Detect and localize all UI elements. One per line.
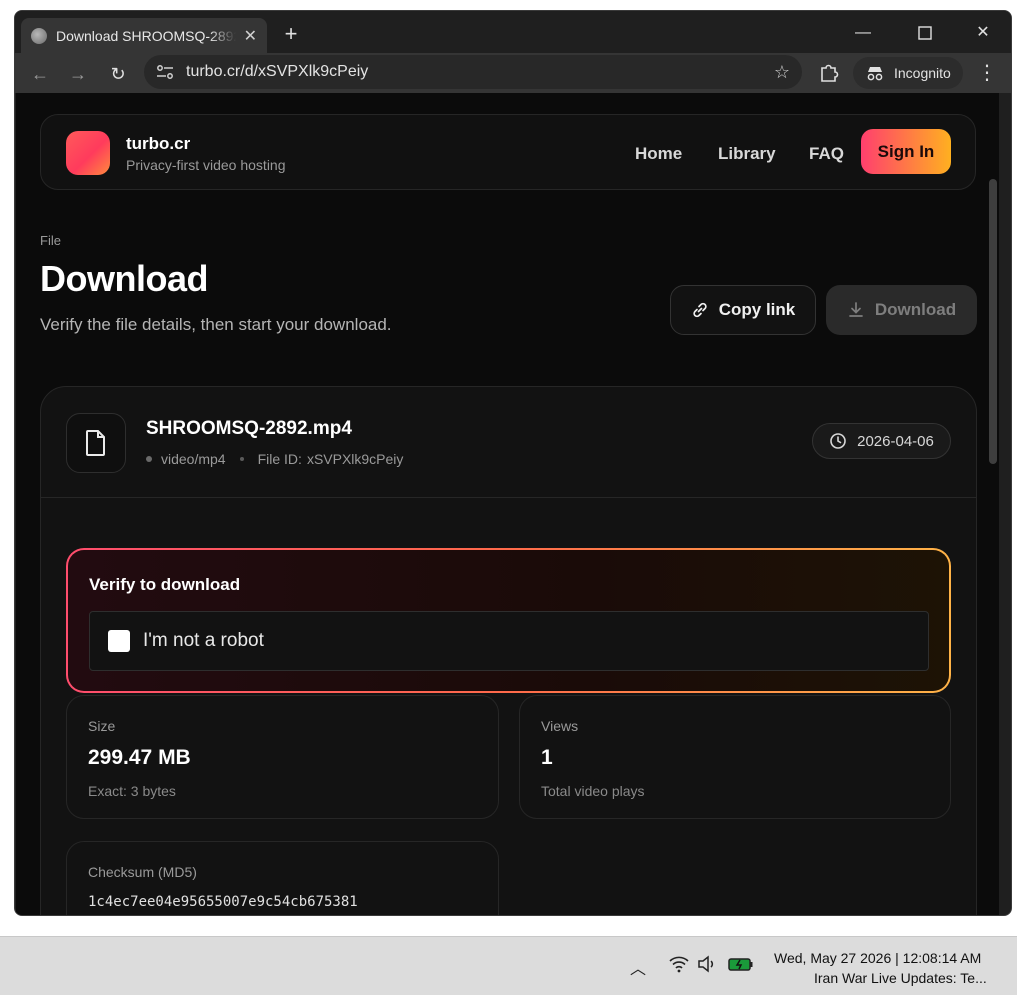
- battery-icon[interactable]: [728, 955, 754, 978]
- size-label: Size: [88, 718, 116, 734]
- news-ticker[interactable]: Iran War Live Updates: Te...: [774, 968, 987, 988]
- download-label: Download: [874, 300, 957, 319]
- captcha-widget[interactable]: I'm not a robot: [89, 611, 929, 671]
- browser-tab[interactable]: Download SHROOMSQ-2892.mp4 ✕: [21, 18, 267, 53]
- tab-title: Download SHROOMSQ-2892.mp4: [56, 27, 236, 44]
- web-page: turbo.cr Privacy-first video hosting Hom…: [16, 93, 999, 915]
- address-bar[interactable]: turbo.cr/d/xSVPXlk9cPeiy ☆: [144, 55, 802, 89]
- incognito-badge[interactable]: Incognito: [853, 57, 963, 89]
- file-id-label: File ID:: [257, 451, 302, 467]
- maximize-icon: [918, 26, 932, 40]
- file-icon: [86, 430, 105, 456]
- minimize-button[interactable]: —: [838, 19, 888, 47]
- brand-name[interactable]: turbo.cr: [126, 134, 190, 154]
- views-value: 1: [541, 746, 553, 769]
- views-stat-card: Views 1 Total video plays: [519, 695, 951, 819]
- file-name: SHROOMSQ-2892.mp4: [146, 418, 352, 439]
- speaker-icon[interactable]: [697, 955, 719, 978]
- new-tab-button[interactable]: +: [277, 20, 305, 48]
- reload-button[interactable]: ↻: [103, 59, 133, 89]
- separator-dot: [239, 457, 244, 461]
- browser-window: Download SHROOMSQ-2892.mp4 ✕ + — ✕ ← → ↻…: [14, 10, 1012, 916]
- captcha-label: I'm not a robot: [143, 630, 264, 651]
- site-logo[interactable]: [66, 131, 110, 175]
- download-button[interactable]: Download: [826, 285, 977, 335]
- bullet-dot: [146, 456, 152, 462]
- size-note: Exact: 3 bytes: [88, 783, 176, 799]
- size-stat-card: Size 299.47 MB Exact: 3 bytes: [66, 695, 499, 819]
- taskbar: ︿ Wed, May 27 2026 | 12:08:14 AM Iran Wa…: [0, 936, 1017, 995]
- size-value: 299.47 MB: [88, 746, 191, 769]
- captcha-checkbox[interactable]: [108, 630, 130, 652]
- nav-faq[interactable]: FAQ: [809, 144, 844, 164]
- clock-datetime: Wed, May 27 2026 | 12:08:14 AM: [774, 950, 982, 966]
- close-window-button[interactable]: ✕: [958, 19, 1008, 47]
- forward-button[interactable]: →: [63, 59, 93, 89]
- file-mime: video/mp4: [161, 451, 226, 467]
- site-header: turbo.cr Privacy-first video hosting Hom…: [40, 114, 976, 190]
- checksum-label: Checksum (MD5): [88, 864, 197, 880]
- extensions-button[interactable]: [815, 59, 843, 87]
- brand-tagline: Privacy-first video hosting: [126, 157, 286, 173]
- wifi-icon[interactable]: [668, 955, 690, 978]
- file-icon-box: [66, 413, 126, 473]
- file-meta: video/mp4 File ID: xSVPXlk9cPeiy: [146, 451, 403, 467]
- checksum-stat-card: Checksum (MD5) 1c4ec7ee04e95655007e9c54c…: [66, 841, 499, 915]
- verify-title: Verify to download: [89, 575, 241, 594]
- browser-menu-button[interactable]: ⋮: [977, 59, 997, 87]
- sign-in-button[interactable]: Sign In: [861, 129, 951, 174]
- page-eyebrow: File: [40, 233, 61, 248]
- incognito-label: Incognito: [894, 65, 951, 81]
- nav-home[interactable]: Home: [635, 144, 682, 164]
- page-subtitle: Verify the file details, then start your…: [40, 315, 392, 334]
- site-settings-icon[interactable]: [156, 64, 174, 80]
- chevron-up-icon[interactable]: ︿: [630, 955, 646, 979]
- views-note: Total video plays: [541, 783, 645, 799]
- url-text[interactable]: turbo.cr/d/xSVPXlk9cPeiy: [186, 63, 368, 81]
- back-button[interactable]: ←: [25, 59, 55, 89]
- puzzle-icon: [821, 64, 839, 82]
- close-tab-icon[interactable]: ✕: [244, 26, 257, 46]
- file-card: SHROOMSQ-2892.mp4 video/mp4 File ID: xSV…: [40, 386, 977, 915]
- copy-link-label: Copy link: [718, 300, 796, 319]
- file-card-header: SHROOMSQ-2892.mp4 video/mp4 File ID: xSV…: [41, 387, 976, 498]
- file-id: xSVPXlk9cPeiy: [306, 451, 404, 467]
- file-date: 2026-04-06: [857, 432, 934, 450]
- globe-icon: [31, 27, 47, 44]
- copy-link-button[interactable]: Copy link: [670, 285, 816, 335]
- download-icon: [849, 302, 863, 317]
- clock-icon: [830, 433, 846, 449]
- link-icon: [693, 302, 707, 318]
- page-title: Download: [40, 258, 208, 299]
- maximize-button[interactable]: [900, 19, 950, 47]
- date-badge: 2026-04-06: [812, 423, 951, 459]
- page-scrollbar[interactable]: [989, 179, 997, 464]
- bookmark-star-icon[interactable]: ☆: [774, 62, 790, 83]
- tab-strip: Download SHROOMSQ-2892.mp4 ✕ + — ✕: [15, 11, 1011, 53]
- nav-library[interactable]: Library: [718, 144, 776, 164]
- system-clock[interactable]: Wed, May 27 2026 | 12:08:14 AM Iran War …: [774, 948, 987, 988]
- incognito-icon: [867, 67, 883, 81]
- verify-panel: Verify to download I'm not a robot: [66, 548, 951, 693]
- views-label: Views: [541, 718, 579, 734]
- browser-toolbar: ← → ↻ turbo.cr/d/xSVPXlk9cPeiy ☆ Incogni…: [15, 53, 1011, 93]
- checksum-value[interactable]: 1c4ec7ee04e95655007e9c54cb675381: [88, 894, 358, 910]
